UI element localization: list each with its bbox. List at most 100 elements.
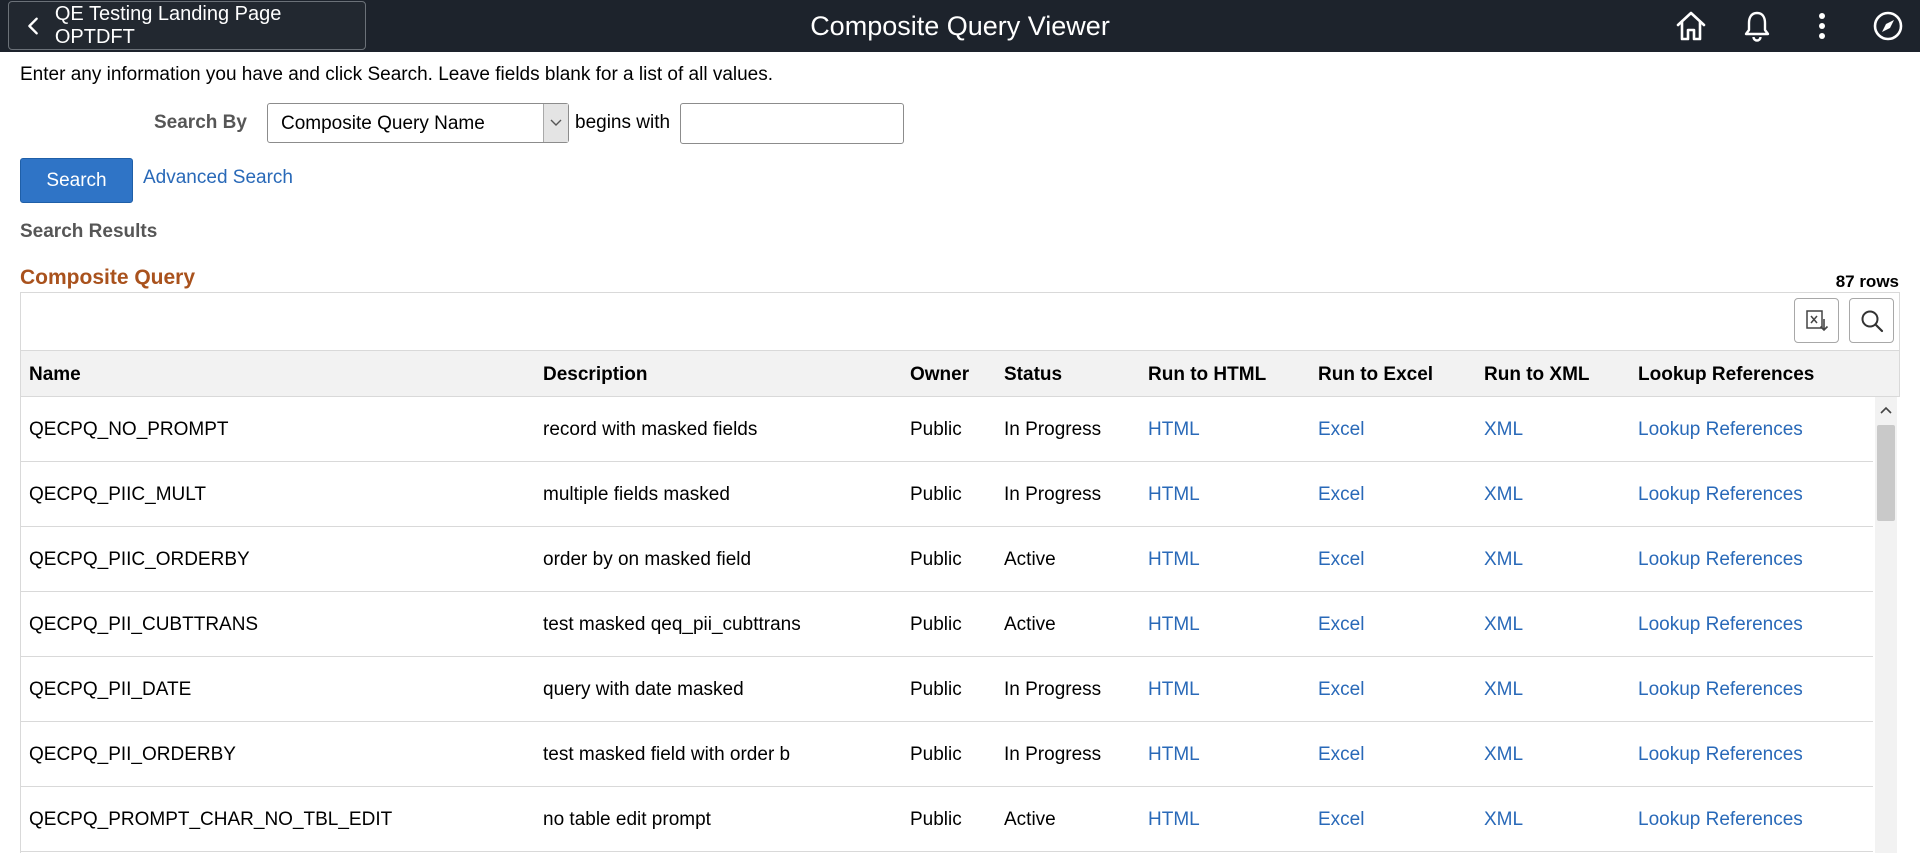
run-xml-link[interactable]: XML bbox=[1484, 809, 1523, 831]
lookup-references-link[interactable]: Lookup References bbox=[1638, 484, 1803, 506]
cell-description: test masked field with order b bbox=[543, 744, 791, 765]
cell-description: no table edit prompt bbox=[543, 809, 711, 830]
cell-owner: Public bbox=[910, 679, 962, 700]
grid-scrollbar[interactable] bbox=[1875, 397, 1897, 853]
col-header-owner[interactable]: Owner bbox=[910, 364, 969, 386]
table-row: QECPQ_PROMPT_CHAR_NO_TBL_EDIT no table e… bbox=[21, 787, 1873, 852]
cell-name: QECPQ_PII_CUBTTRANS bbox=[29, 614, 259, 635]
cell-owner: Public bbox=[910, 614, 962, 635]
cell-name: QECPQ_NO_PROMPT bbox=[29, 419, 229, 440]
download-spreadsheet-icon bbox=[1805, 309, 1828, 331]
cell-name: QECPQ_PIIC_ORDERBY bbox=[29, 549, 250, 570]
more-vert-icon[interactable] bbox=[1805, 9, 1839, 43]
table-row: QECPQ_PIIC_MULT multiple fields masked P… bbox=[21, 462, 1873, 527]
cell-status: In Progress bbox=[1004, 419, 1102, 440]
col-header-run-xml[interactable]: Run to XML bbox=[1484, 364, 1590, 386]
lookup-references-link[interactable]: Lookup References bbox=[1638, 419, 1803, 441]
run-html-link[interactable]: HTML bbox=[1148, 419, 1200, 441]
search-by-label: Search By bbox=[154, 112, 247, 133]
grid-body: QECPQ_NO_PROMPT record with masked field… bbox=[20, 397, 1873, 853]
run-html-link[interactable]: HTML bbox=[1148, 549, 1200, 571]
scrollbar-thumb[interactable] bbox=[1877, 425, 1895, 521]
run-excel-link[interactable]: Excel bbox=[1318, 614, 1364, 636]
table-row: QECPQ_PIIC_ORDERBY order by on masked fi… bbox=[21, 527, 1873, 592]
run-xml-link[interactable]: XML bbox=[1484, 549, 1523, 571]
run-xml-link[interactable]: XML bbox=[1484, 679, 1523, 701]
lookup-references-link[interactable]: Lookup References bbox=[1638, 614, 1803, 636]
cell-status: In Progress bbox=[1004, 744, 1102, 765]
run-excel-link[interactable]: Excel bbox=[1318, 549, 1364, 571]
grid-find-button[interactable] bbox=[1849, 298, 1894, 343]
cell-name: QECPQ_PIIC_MULT bbox=[29, 484, 207, 505]
grid-title: Composite Query bbox=[20, 266, 196, 289]
operator-label: begins with bbox=[575, 112, 671, 133]
cell-description: query with date masked bbox=[543, 679, 744, 700]
lookup-references-link[interactable]: Lookup References bbox=[1638, 744, 1803, 766]
run-html-link[interactable]: HTML bbox=[1148, 484, 1200, 506]
chevron-left-icon bbox=[28, 17, 38, 34]
row-count: 87 rows bbox=[1835, 272, 1899, 291]
run-html-link[interactable]: HTML bbox=[1148, 614, 1200, 636]
compass-icon[interactable] bbox=[1871, 9, 1905, 43]
table-row: QECPQ_NO_PROMPT record with masked field… bbox=[21, 397, 1873, 462]
back-button[interactable]: QE Testing Landing Page OPTDFT bbox=[8, 1, 366, 50]
cell-status: In Progress bbox=[1004, 679, 1102, 700]
search-icon bbox=[1861, 310, 1883, 332]
advanced-search-link[interactable]: Advanced Search bbox=[143, 167, 293, 189]
run-excel-link[interactable]: Excel bbox=[1318, 484, 1364, 506]
chevron-down-icon bbox=[543, 104, 568, 142]
search-by-value: Composite Query Name bbox=[281, 113, 485, 134]
cell-description: test masked qeq_pii_cubttrans bbox=[543, 614, 801, 635]
cell-owner: Public bbox=[910, 744, 962, 765]
lookup-references-link[interactable]: Lookup References bbox=[1638, 549, 1803, 571]
lookup-references-link[interactable]: Lookup References bbox=[1638, 679, 1803, 701]
home-icon[interactable] bbox=[1674, 9, 1708, 43]
col-header-description[interactable]: Description bbox=[543, 364, 648, 386]
col-header-status[interactable]: Status bbox=[1004, 364, 1062, 386]
run-excel-link[interactable]: Excel bbox=[1318, 744, 1364, 766]
cell-description: multiple fields masked bbox=[543, 484, 730, 505]
run-html-link[interactable]: HTML bbox=[1148, 809, 1200, 831]
cell-status: Active bbox=[1004, 614, 1056, 635]
run-excel-link[interactable]: Excel bbox=[1318, 809, 1364, 831]
cell-name: QECPQ_PII_ORDERBY bbox=[29, 744, 236, 765]
header-bar: QE Testing Landing Page OPTDFT Composite… bbox=[0, 0, 1920, 52]
cell-name: QECPQ_PII_DATE bbox=[29, 679, 192, 700]
export-excel-button[interactable] bbox=[1794, 298, 1839, 343]
table-row: QECPQ_PII_CUBTTRANS test masked qeq_pii_… bbox=[21, 592, 1873, 657]
back-button-label: QE Testing Landing Page OPTDFT bbox=[54, 2, 282, 48]
run-xml-link[interactable]: XML bbox=[1484, 614, 1523, 636]
search-by-select[interactable]: Composite Query Name bbox=[267, 103, 569, 143]
col-header-run-html[interactable]: Run to HTML bbox=[1148, 364, 1266, 386]
cell-owner: Public bbox=[910, 809, 962, 830]
col-header-name[interactable]: Name bbox=[29, 364, 81, 386]
run-xml-link[interactable]: XML bbox=[1484, 484, 1523, 506]
grid-toolbar bbox=[20, 292, 1900, 350]
cell-status: Active bbox=[1004, 809, 1056, 830]
run-html-link[interactable]: HTML bbox=[1148, 744, 1200, 766]
run-xml-link[interactable]: XML bbox=[1484, 419, 1523, 441]
cell-owner: Public bbox=[910, 549, 962, 570]
table-row: QECPQ_PII_DATE query with date masked Pu… bbox=[21, 657, 1873, 722]
run-excel-link[interactable]: Excel bbox=[1318, 419, 1364, 441]
cell-name: QECPQ_PROMPT_CHAR_NO_TBL_EDIT bbox=[29, 809, 393, 830]
search-instructions: Enter any information you have and click… bbox=[20, 64, 774, 85]
run-xml-link[interactable]: XML bbox=[1484, 744, 1523, 766]
search-value-input[interactable] bbox=[680, 103, 904, 144]
cell-status: Active bbox=[1004, 549, 1056, 570]
cell-description: record with masked fields bbox=[543, 419, 758, 440]
col-header-lookup-references[interactable]: Lookup References bbox=[1638, 364, 1814, 386]
scroll-up-arrow-icon[interactable] bbox=[1875, 401, 1897, 419]
grid-header-row: Name Description Owner Status Run to HTM… bbox=[20, 350, 1900, 397]
table-row: QECPQ_PII_ORDERBY test masked field with… bbox=[21, 722, 1873, 787]
search-button[interactable]: Search bbox=[20, 158, 133, 203]
col-header-run-excel[interactable]: Run to Excel bbox=[1318, 364, 1433, 386]
run-excel-link[interactable]: Excel bbox=[1318, 679, 1364, 701]
cell-owner: Public bbox=[910, 484, 962, 505]
cell-status: In Progress bbox=[1004, 484, 1102, 505]
run-html-link[interactable]: HTML bbox=[1148, 679, 1200, 701]
bell-icon[interactable] bbox=[1740, 9, 1774, 43]
lookup-references-link[interactable]: Lookup References bbox=[1638, 809, 1803, 831]
cell-owner: Public bbox=[910, 419, 962, 440]
search-results-label: Search Results bbox=[20, 221, 158, 242]
